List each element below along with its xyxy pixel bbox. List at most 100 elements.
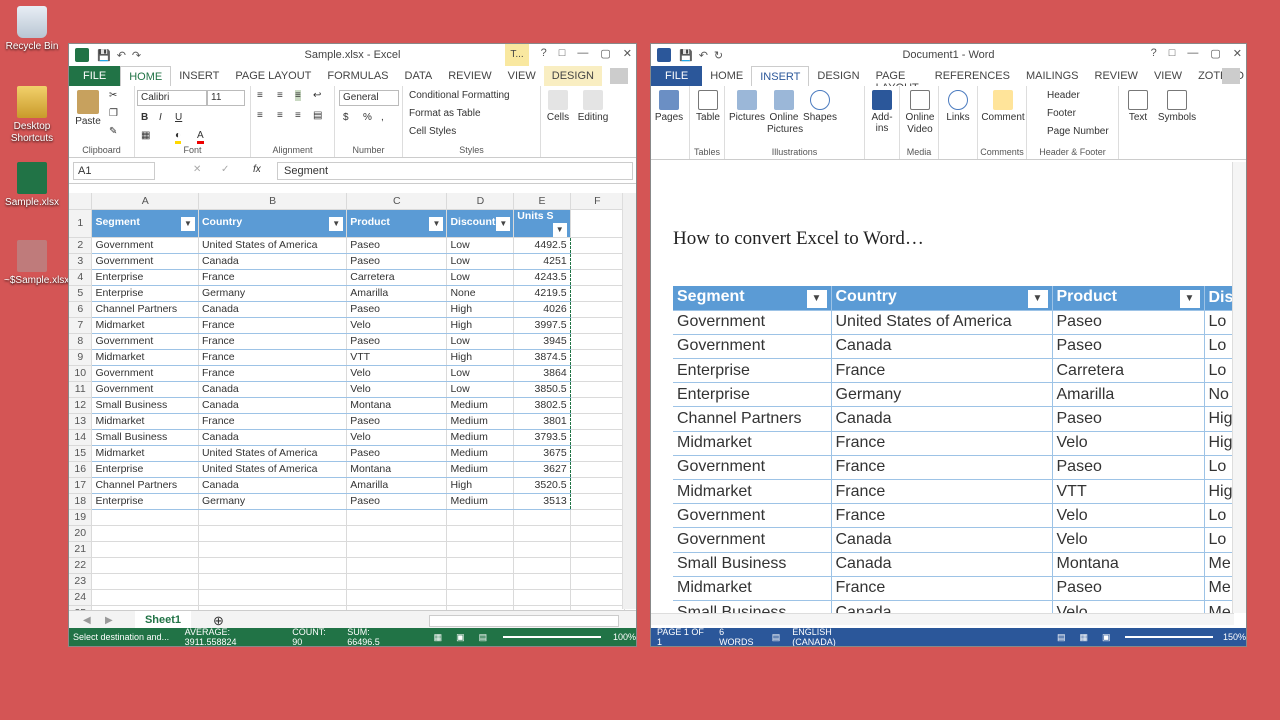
cell[interactable]: Channel Partners bbox=[91, 477, 199, 494]
repeat-icon[interactable]: ↻ bbox=[714, 49, 723, 62]
cell[interactable]: Velo bbox=[346, 317, 448, 334]
align-middle-icon[interactable]: ≡ bbox=[277, 90, 283, 101]
word-table-cell[interactable]: France bbox=[831, 358, 1053, 384]
word-table-cell[interactable]: United States of America bbox=[831, 310, 1053, 335]
cell[interactable] bbox=[446, 573, 515, 590]
column-header[interactable]: B bbox=[198, 193, 348, 210]
close-icon[interactable]: ✕ bbox=[623, 47, 632, 60]
cell[interactable] bbox=[570, 525, 626, 542]
word-table-cell[interactable]: Lo bbox=[1204, 358, 1234, 384]
cell[interactable]: Low bbox=[446, 365, 515, 382]
cell[interactable]: Germany bbox=[198, 493, 348, 510]
word-table-cell[interactable]: Velo bbox=[1052, 527, 1205, 553]
row-header[interactable]: 3 bbox=[69, 253, 93, 270]
cell[interactable] bbox=[346, 557, 448, 574]
cell[interactable]: 3627 bbox=[513, 461, 571, 478]
table-header-cell[interactable]: Segment ▼ bbox=[91, 209, 199, 238]
word-table-cell[interactable]: Paseo bbox=[1052, 310, 1205, 335]
cell[interactable]: 4026 bbox=[513, 301, 571, 318]
cell[interactable]: Government bbox=[91, 365, 199, 382]
word-table-cell[interactable]: Channel Partners bbox=[673, 406, 832, 432]
cell[interactable]: France bbox=[198, 269, 348, 286]
cell[interactable]: 3945 bbox=[513, 333, 571, 350]
tab-page-layout[interactable]: PAGE LAYOUT bbox=[227, 66, 319, 86]
tab-view[interactable]: VIEW bbox=[500, 66, 544, 86]
close-icon[interactable]: ✕ bbox=[1233, 47, 1242, 60]
row-header[interactable]: 19 bbox=[69, 509, 93, 526]
cell[interactable]: 3801 bbox=[513, 413, 571, 430]
word-table-cell[interactable]: Hig bbox=[1204, 431, 1234, 456]
cell[interactable]: 4219.5 bbox=[513, 285, 571, 302]
cell[interactable] bbox=[513, 509, 571, 526]
row-header[interactable]: 22 bbox=[69, 557, 93, 574]
cell[interactable]: Paseo bbox=[346, 493, 448, 510]
horizontal-scrollbar[interactable] bbox=[651, 613, 1234, 625]
cell[interactable]: Medium bbox=[446, 461, 515, 478]
row-header[interactable]: 1 bbox=[69, 209, 93, 238]
ribbon-display-icon[interactable]: □ bbox=[559, 47, 566, 60]
word-table-header-cell[interactable]: Dis bbox=[1204, 286, 1234, 311]
cell[interactable] bbox=[570, 429, 626, 446]
page-layout-view-icon[interactable]: ▣ bbox=[456, 632, 465, 643]
word-table-cell[interactable]: Enterprise bbox=[673, 358, 832, 384]
cell[interactable] bbox=[570, 301, 626, 318]
italic-button[interactable]: I bbox=[159, 112, 162, 123]
cell[interactable] bbox=[446, 509, 515, 526]
row-header[interactable]: 12 bbox=[69, 397, 93, 414]
cell[interactable]: 4243.5 bbox=[513, 269, 571, 286]
tab-data[interactable]: DATA bbox=[397, 66, 441, 86]
vertical-scrollbar[interactable] bbox=[1232, 162, 1246, 613]
cell[interactable]: Medium bbox=[446, 413, 515, 430]
align-top-icon[interactable]: ≡ bbox=[257, 90, 263, 101]
cell[interactable]: Low bbox=[446, 253, 515, 270]
help-icon[interactable]: ? bbox=[541, 47, 547, 60]
name-box[interactable]: A1 bbox=[73, 162, 155, 180]
tab-file[interactable]: FILE bbox=[69, 66, 121, 86]
cell[interactable] bbox=[346, 573, 448, 590]
word-table-cell[interactable]: Canada bbox=[831, 600, 1053, 613]
word-table-cell[interactable]: Government bbox=[673, 503, 832, 529]
cell[interactable]: Low bbox=[446, 269, 515, 286]
font-color-icon[interactable]: A bbox=[197, 130, 204, 144]
row-header[interactable]: 23 bbox=[69, 573, 93, 590]
row-header[interactable]: 4 bbox=[69, 269, 93, 286]
word-table-cell[interactable]: Paseo bbox=[1052, 406, 1205, 432]
merge-icon[interactable]: ▤ bbox=[313, 110, 322, 121]
fill-color-icon[interactable]: ◐ bbox=[175, 130, 182, 144]
status-words[interactable]: 6 WORDS bbox=[719, 627, 758, 646]
word-table-cell[interactable]: Me bbox=[1204, 576, 1234, 601]
cell[interactable]: 3874.5 bbox=[513, 349, 571, 366]
currency-button[interactable]: $ bbox=[343, 112, 349, 123]
cell[interactable] bbox=[570, 333, 626, 350]
zoom-slider[interactable] bbox=[1124, 636, 1213, 638]
tab-design[interactable]: DESIGN bbox=[543, 66, 602, 86]
cell[interactable] bbox=[446, 557, 515, 574]
word-table-cell[interactable]: Government bbox=[673, 455, 832, 481]
comma-icon[interactable]: , bbox=[381, 112, 384, 123]
cell[interactable] bbox=[91, 525, 199, 542]
cell[interactable] bbox=[570, 365, 626, 382]
word-table-cell[interactable]: Carretera bbox=[1052, 358, 1205, 384]
tab-review[interactable]: REVIEW bbox=[440, 66, 499, 86]
cell[interactable]: 3793.5 bbox=[513, 429, 571, 446]
row-header[interactable]: 2 bbox=[69, 237, 93, 254]
cell[interactable]: 4492.5 bbox=[513, 237, 571, 254]
add-ins-button[interactable]: Add-ins bbox=[869, 90, 895, 134]
tab-review[interactable]: REVIEW bbox=[1087, 66, 1146, 86]
cell[interactable]: Canada bbox=[198, 397, 348, 414]
cell[interactable] bbox=[570, 317, 626, 334]
confirm-entry-icon[interactable]: ✓ bbox=[221, 164, 229, 175]
cell[interactable]: 4251 bbox=[513, 253, 571, 270]
cell[interactable]: Enterprise bbox=[91, 493, 199, 510]
cell[interactable] bbox=[198, 525, 348, 542]
save-icon[interactable]: 💾 bbox=[679, 49, 693, 62]
cell[interactable]: Germany bbox=[198, 285, 348, 302]
cell[interactable] bbox=[91, 589, 199, 606]
word-table-cell[interactable]: Small Business bbox=[673, 600, 832, 613]
cell[interactable]: Canada bbox=[198, 429, 348, 446]
row-header[interactable]: 15 bbox=[69, 445, 93, 462]
cell[interactable] bbox=[570, 509, 626, 526]
row-header[interactable]: 21 bbox=[69, 541, 93, 558]
cell[interactable]: Paseo bbox=[346, 237, 448, 254]
tab-design[interactable]: DESIGN bbox=[809, 66, 867, 86]
